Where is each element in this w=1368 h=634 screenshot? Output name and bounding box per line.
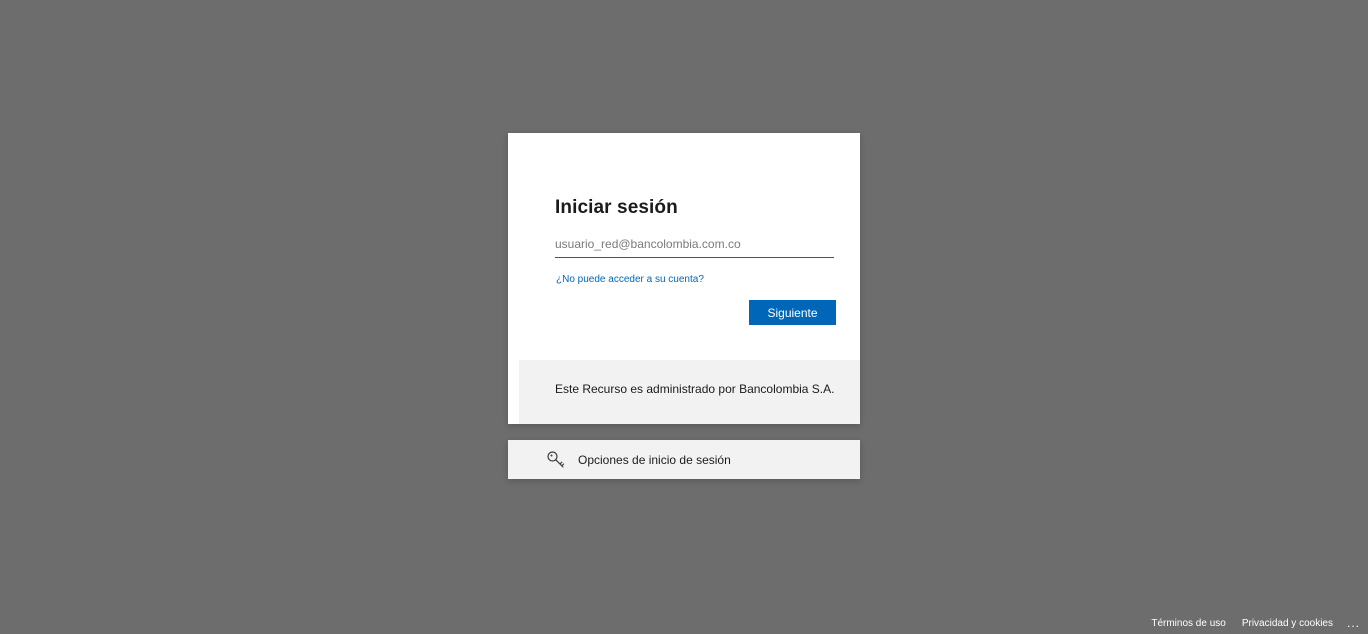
page-footer: Términos de uso Privacidad y cookies ... [1135,616,1360,630]
admin-note-panel: Este Recurso es administrado por Bancolo… [519,360,860,424]
page-title: Iniciar sesión [555,197,678,218]
key-icon [546,450,566,470]
signin-options-label: Opciones de inicio de sesión [578,453,731,467]
email-field-wrapper [555,233,834,258]
privacy-link[interactable]: Privacidad y cookies [1242,618,1333,629]
admin-note-text: Este Recurso es administrado por Bancolo… [555,382,835,396]
cant-access-account-link[interactable]: ¿No puede acceder a su cuenta? [556,274,704,285]
signin-card: Iniciar sesión ¿No puede acceder a su cu… [508,133,860,424]
next-button[interactable]: Siguiente [749,300,836,325]
more-options-icon[interactable]: ... [1347,617,1360,629]
email-field[interactable] [555,233,834,255]
terms-link[interactable]: Términos de uso [1151,618,1225,629]
signin-options-button[interactable]: Opciones de inicio de sesión [508,440,860,479]
